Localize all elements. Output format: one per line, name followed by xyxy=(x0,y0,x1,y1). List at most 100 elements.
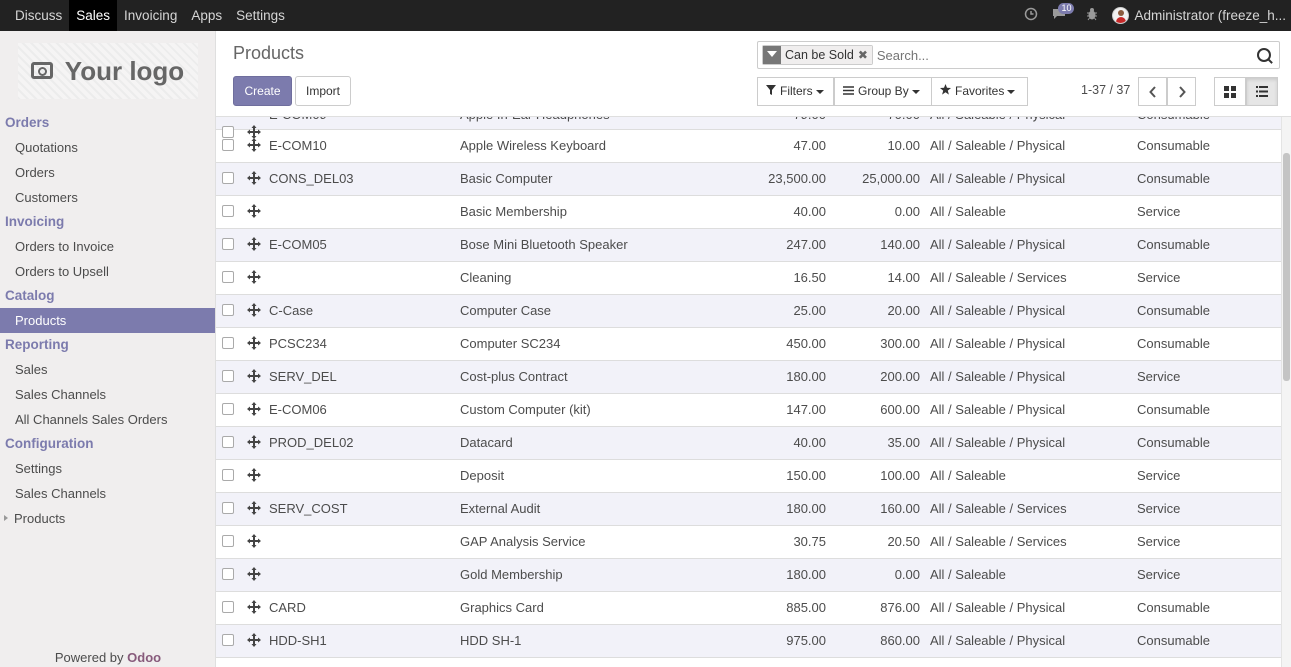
sidebar-item-orders[interactable]: Orders xyxy=(0,160,215,185)
row-checkbox[interactable] xyxy=(222,337,234,349)
sidebar-item-sales[interactable]: Sales xyxy=(0,357,215,382)
odoo-link[interactable]: Odoo xyxy=(127,650,161,665)
company-logo[interactable]: Your logo xyxy=(0,31,215,111)
list-view-button[interactable] xyxy=(1246,77,1278,106)
sidebar-item-orders-to-upsell[interactable]: Orders to Upsell xyxy=(0,259,215,284)
cell-sales-price: 16.50 xyxy=(793,270,826,285)
table-row[interactable]: E-COM09 Apple In-Ear Headphones 79.00 70.00… xyxy=(216,117,1281,139)
sidebar-item-products[interactable]: Products xyxy=(0,308,215,333)
messages-icon[interactable]: 10 xyxy=(1052,3,1075,23)
clock-icon[interactable] xyxy=(1024,7,1038,24)
table-row[interactable]: SERV_COST External Audit 180.00 160.00 All /… xyxy=(216,493,1281,526)
table-row[interactable]: Basic Membership 40.00 0.00 All / Saleable S… xyxy=(216,196,1281,229)
row-checkbox[interactable] xyxy=(222,271,234,283)
create-button[interactable]: Create xyxy=(233,76,292,106)
table-row[interactable]: Deposit 150.00 100.00 All / Saleable Service xyxy=(216,460,1281,493)
table-row[interactable]: Cleaning 16.50 14.00 All / Saleable / Servi… xyxy=(216,262,1281,295)
drag-handle-icon[interactable] xyxy=(247,204,261,218)
menu-apps[interactable]: Apps xyxy=(184,0,229,31)
sidebar-item-sales-channels[interactable]: Sales Channels xyxy=(0,382,215,407)
table-row[interactable]: C-Case Computer Case 25.00 20.00 All / Salea… xyxy=(216,295,1281,328)
row-checkbox[interactable] xyxy=(222,370,234,382)
row-checkbox[interactable] xyxy=(222,238,234,250)
user-menu[interactable]: Administrator (freeze_h... xyxy=(1112,7,1286,24)
list-scrollbar[interactable] xyxy=(1281,117,1291,667)
row-checkbox[interactable] xyxy=(222,403,234,415)
drag-handle-icon[interactable] xyxy=(247,336,261,350)
cell-category: All / Saleable / Physical xyxy=(930,138,1066,153)
bug-icon[interactable] xyxy=(1086,7,1098,24)
row-checkbox[interactable] xyxy=(222,502,234,514)
table-row[interactable]: HDD-SH1 HDD SH-1 975.00 860.00 All / Saleabl… xyxy=(216,625,1281,658)
drag-handle-icon[interactable] xyxy=(247,237,261,251)
menu-sales[interactable]: Sales xyxy=(69,0,118,31)
pager-next-button[interactable] xyxy=(1167,77,1196,106)
pager-value[interactable]: 1-37 / 37 xyxy=(1081,83,1130,97)
drag-handle-icon[interactable] xyxy=(247,369,261,383)
cell-sales-price: 40.00 xyxy=(793,204,826,219)
row-checkbox[interactable] xyxy=(222,634,234,646)
drag-handle-icon[interactable] xyxy=(247,270,261,284)
menu-settings[interactable]: Settings xyxy=(229,0,292,31)
cell-internal-reference: E-COM10 xyxy=(269,138,327,153)
favorites-dropdown[interactable]: Favorites xyxy=(931,77,1028,106)
drag-handle-icon[interactable] xyxy=(247,402,261,416)
drag-handle-icon[interactable] xyxy=(247,435,261,449)
sidebar-item-customers[interactable]: Customers xyxy=(0,185,215,210)
table-row[interactable]: E-COM06 Custom Computer (kit) 147.00 600.00… xyxy=(216,394,1281,427)
cell-name: External Audit xyxy=(460,501,541,516)
search-input[interactable] xyxy=(876,47,1257,63)
row-checkbox[interactable] xyxy=(222,568,234,580)
table-row[interactable]: CARD Graphics Card 885.00 876.00 All / Salea… xyxy=(216,592,1281,625)
table-row[interactable]: GAP Analysis Service 30.75 20.50 All / Sale… xyxy=(216,526,1281,559)
table-row[interactable]: PROD_DEL02 Datacard 40.00 35.00 All / Saleab… xyxy=(216,427,1281,460)
kanban-view-button[interactable] xyxy=(1214,77,1246,106)
menu-invoicing[interactable]: Invoicing xyxy=(117,0,184,31)
scrollbar-thumb[interactable] xyxy=(1283,153,1290,381)
drag-handle-icon[interactable] xyxy=(247,468,261,482)
table-row[interactable]: SERV_DEL Cost-plus Contract 180.00 200.00 Al… xyxy=(216,361,1281,394)
row-checkbox[interactable] xyxy=(222,205,234,217)
cell-cost: 20.50 xyxy=(887,534,920,549)
facet-remove-icon[interactable]: ✖ xyxy=(857,46,872,64)
cell-internal-reference: E-COM09 xyxy=(269,117,327,122)
row-checkbox[interactable] xyxy=(222,139,234,151)
search-icon[interactable] xyxy=(1257,48,1271,62)
menu-discuss[interactable]: Discuss xyxy=(0,0,69,31)
drag-handle-icon[interactable] xyxy=(247,303,261,317)
drag-handle-icon[interactable] xyxy=(247,633,261,647)
sidebar-item-config-sales-channels[interactable]: Sales Channels xyxy=(0,481,215,506)
drag-handle-icon[interactable] xyxy=(247,138,261,152)
row-checkbox[interactable] xyxy=(222,469,234,481)
sidebar-item-config-settings[interactable]: Settings xyxy=(0,456,215,481)
groupby-dropdown[interactable]: Group By xyxy=(834,77,932,106)
table-row[interactable]: E-COM10 Apple Wireless Keyboard 47.00 10.00… xyxy=(216,130,1281,163)
cell-sales-price: 450.00 xyxy=(786,336,826,351)
sidebar-item-orders-to-invoice[interactable]: Orders to Invoice xyxy=(0,234,215,259)
drag-handle-icon[interactable] xyxy=(247,534,261,548)
sidebar-item-all-channels-sales-orders[interactable]: All Channels Sales Orders xyxy=(0,407,215,432)
row-checkbox[interactable] xyxy=(222,172,234,184)
section-configuration: Configuration xyxy=(5,436,94,451)
table-row[interactable]: PCSC234 Computer SC234 450.00 300.00 All / S… xyxy=(216,328,1281,361)
cell-cost: 35.00 xyxy=(887,435,920,450)
row-checkbox[interactable] xyxy=(222,304,234,316)
pager-previous-button[interactable] xyxy=(1138,77,1167,106)
cell-product-type: Consumable xyxy=(1137,633,1210,648)
drag-handle-icon[interactable] xyxy=(247,600,261,614)
table-row[interactable]: CONS_DEL03 Basic Computer 23,500.00 25,000.… xyxy=(216,163,1281,196)
cell-product-type: Service xyxy=(1137,204,1181,219)
row-checkbox[interactable] xyxy=(222,436,234,448)
control-panel: Products Create Import Can be Sold ✖ Fil… xyxy=(216,31,1291,117)
import-button[interactable]: Import xyxy=(295,76,351,106)
sidebar-item-config-products[interactable]: Products xyxy=(0,506,215,531)
sidebar-item-quotations[interactable]: Quotations xyxy=(0,135,215,160)
row-checkbox[interactable] xyxy=(222,601,234,613)
filters-dropdown[interactable]: Filters xyxy=(757,77,834,106)
row-checkbox[interactable] xyxy=(222,535,234,547)
table-row[interactable]: Gold Membership 180.00 0.00 All / Saleable S… xyxy=(216,559,1281,592)
table-row[interactable]: E-COM05 Bose Mini Bluetooth Speaker 247.00… xyxy=(216,229,1281,262)
drag-handle-icon[interactable] xyxy=(247,171,261,185)
drag-handle-icon[interactable] xyxy=(247,567,261,581)
drag-handle-icon[interactable] xyxy=(247,501,261,515)
